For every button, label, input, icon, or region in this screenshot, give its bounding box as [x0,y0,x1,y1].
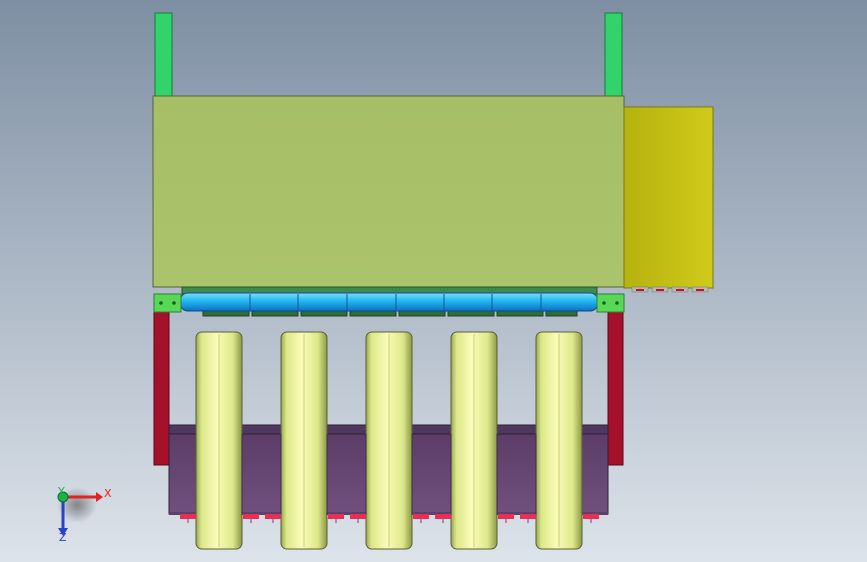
left-side-frame[interactable] [153,311,170,466]
left-bearing-bracket[interactable] [153,293,182,313]
left-upright-post[interactable] [154,12,173,98]
z-axis-label: Z [59,531,67,544]
wheel-1[interactable] [195,331,243,550]
wheel-4[interactable] [450,331,498,550]
blue-roller-shaft[interactable] [179,292,599,312]
main-hopper-body[interactable] [152,95,625,288]
model-canvas[interactable]: X Y Z [0,0,867,562]
wheel-3[interactable] [365,331,413,550]
x-axis-label: X [104,487,112,500]
cad-viewport[interactable]: X Y Z [0,0,867,562]
right-side-frame[interactable] [607,311,624,466]
right-upright-post[interactable] [604,12,623,98]
wheel-5[interactable] [535,331,583,550]
wheel-2[interactable] [280,331,328,550]
side-gearbox-housing[interactable] [623,106,714,289]
y-axis-label: Y [57,485,65,498]
right-bearing-bracket[interactable] [596,293,625,313]
